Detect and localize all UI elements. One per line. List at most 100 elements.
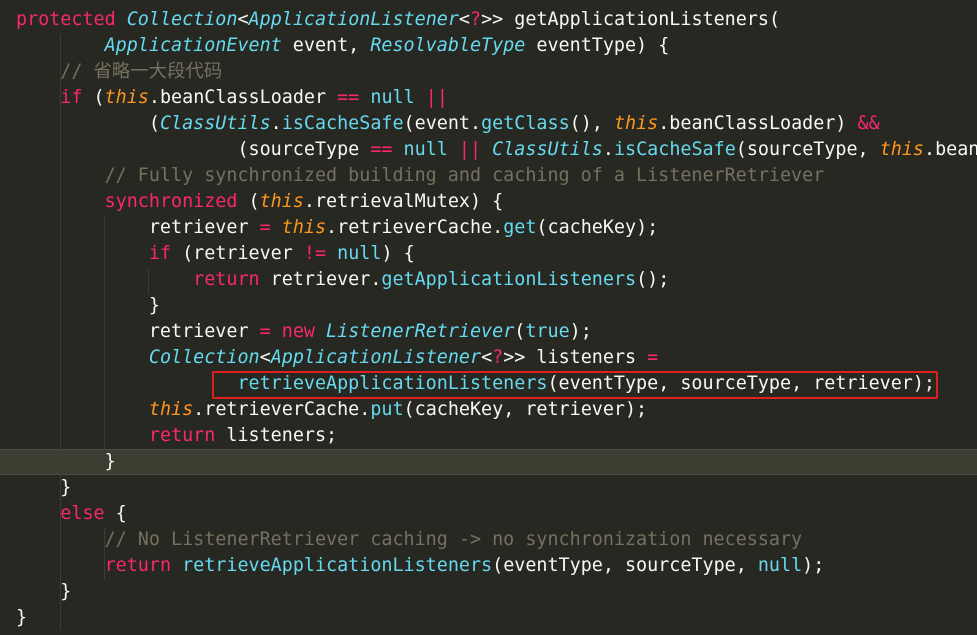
code-token: =	[647, 347, 659, 368]
code-token: ResolvableType	[370, 35, 526, 56]
code-line[interactable]: }	[16, 449, 977, 475]
code-token: null	[370, 87, 415, 108]
code-token: // 省略一大段代码	[16, 61, 223, 82]
code-token: >> listeners	[503, 347, 648, 368]
code-line[interactable]: if (retriever != null) {	[16, 241, 977, 267]
code-token: ApplicationListener	[270, 347, 482, 368]
code-token: ApplicationListener	[248, 9, 459, 30]
code-token: <	[259, 347, 271, 368]
code-token: null	[403, 139, 448, 160]
code-token: ListenerRetriever	[326, 321, 515, 342]
code-token: .bean	[924, 139, 977, 160]
code-line[interactable]: else {	[16, 501, 977, 527]
code-editor[interactable]: protected Collection<ApplicationListener…	[0, 0, 977, 635]
code-token: isCacheSafe	[613, 139, 736, 160]
code-token: ClassUtils	[492, 139, 603, 160]
code-token: eventType) {	[525, 35, 670, 56]
code-token: return	[104, 555, 172, 576]
code-token: ) {	[381, 243, 415, 264]
code-token: retrieveApplicationListeners	[182, 555, 493, 576]
code-line[interactable]: ApplicationEvent event, ResolvableType e…	[16, 33, 977, 59]
code-token: listeners;	[215, 425, 338, 446]
code-line[interactable]: return retriever.getApplicationListeners…	[16, 267, 977, 293]
code-token: Collection	[126, 9, 238, 30]
code-token: (	[82, 87, 105, 108]
code-token: =	[259, 321, 271, 342]
code-line[interactable]: // Fully synchronized building and cachi…	[16, 163, 977, 189]
code-line[interactable]: Collection<ApplicationListener<?>> liste…	[16, 345, 977, 371]
code-token: .retrieverCache.	[326, 217, 504, 238]
code-line[interactable]: retriever = new ListenerRetriever(true);	[16, 319, 977, 345]
code-token: (	[237, 191, 260, 212]
code-token: // Fully synchronized building and cachi…	[16, 165, 825, 186]
code-line[interactable]: protected Collection<ApplicationListener…	[16, 7, 977, 33]
code-token: (eventType, sourceType,	[492, 555, 758, 576]
code-token: ();	[636, 269, 670, 290]
code-line[interactable]: // 省略一大段代码	[16, 59, 977, 85]
code-token: (sourceType	[16, 139, 371, 160]
code-token: ||	[458, 139, 482, 160]
code-token: retriever	[16, 321, 260, 342]
code-token: return	[193, 269, 260, 290]
code-line[interactable]: this.retrieverCache.put(cacheKey, retrie…	[16, 397, 977, 423]
code-line[interactable]: }	[16, 293, 977, 319]
code-token: .beanClassLoader	[148, 87, 338, 108]
code-token: return	[148, 425, 216, 446]
code-token: .	[602, 139, 614, 160]
code-token: !=	[303, 243, 327, 264]
code-line[interactable]: return retrieveApplicationListeners(even…	[16, 553, 977, 579]
code-token: }	[16, 451, 116, 472]
code-token: event,	[281, 35, 371, 56]
code-line[interactable]: if (this.beanClassLoader == null ||	[16, 85, 977, 111]
code-token: .beanClassLoader)	[658, 113, 858, 134]
code-token: ==	[370, 139, 393, 160]
code-line[interactable]: retriever = this.retrieverCache.get(cach…	[16, 215, 977, 241]
code-token: >> getApplicationListeners(	[481, 9, 781, 30]
code-token: (retriever	[171, 243, 304, 264]
code-token: else	[60, 503, 105, 524]
code-token: retriever.	[259, 269, 382, 290]
code-token: ?	[492, 347, 504, 368]
code-token: }	[16, 295, 160, 316]
code-token: ==	[337, 87, 360, 108]
code-token: .retrievalMutex) {	[303, 191, 504, 212]
code-line[interactable]: synchronized (this.retrievalMutex) {	[16, 189, 977, 215]
code-token: protected	[16, 9, 116, 30]
code-token: =	[259, 217, 271, 238]
code-line[interactable]: // No ListenerRetriever caching -> no sy…	[16, 527, 977, 553]
code-token: .	[270, 113, 282, 134]
code-token: new	[281, 321, 315, 342]
code-line[interactable]: (ClassUtils.isCacheSafe(event.getClass()…	[16, 111, 977, 137]
code-token: // No ListenerRetriever caching -> no sy…	[16, 529, 803, 550]
code-token: null	[757, 555, 803, 576]
code-token: if	[148, 243, 172, 264]
code-line[interactable]: }	[16, 605, 977, 631]
code-token: getApplicationListeners	[381, 269, 637, 290]
code-token: (cacheKey, retriever);	[403, 399, 648, 420]
code-token: this	[104, 87, 149, 108]
code-token: Collection	[148, 347, 260, 368]
code-token: (cacheKey);	[536, 217, 659, 238]
code-line[interactable]: }	[16, 475, 977, 501]
code-line[interactable]: (sourceType == null || ClassUtils.isCach…	[16, 137, 977, 163]
code-token: (event.	[403, 113, 482, 134]
code-token: this	[148, 399, 194, 420]
code-line[interactable]: return listeners;	[16, 423, 977, 449]
code-token: (),	[569, 113, 614, 134]
code-line[interactable]: }	[16, 579, 977, 605]
code-token: true	[525, 321, 570, 342]
